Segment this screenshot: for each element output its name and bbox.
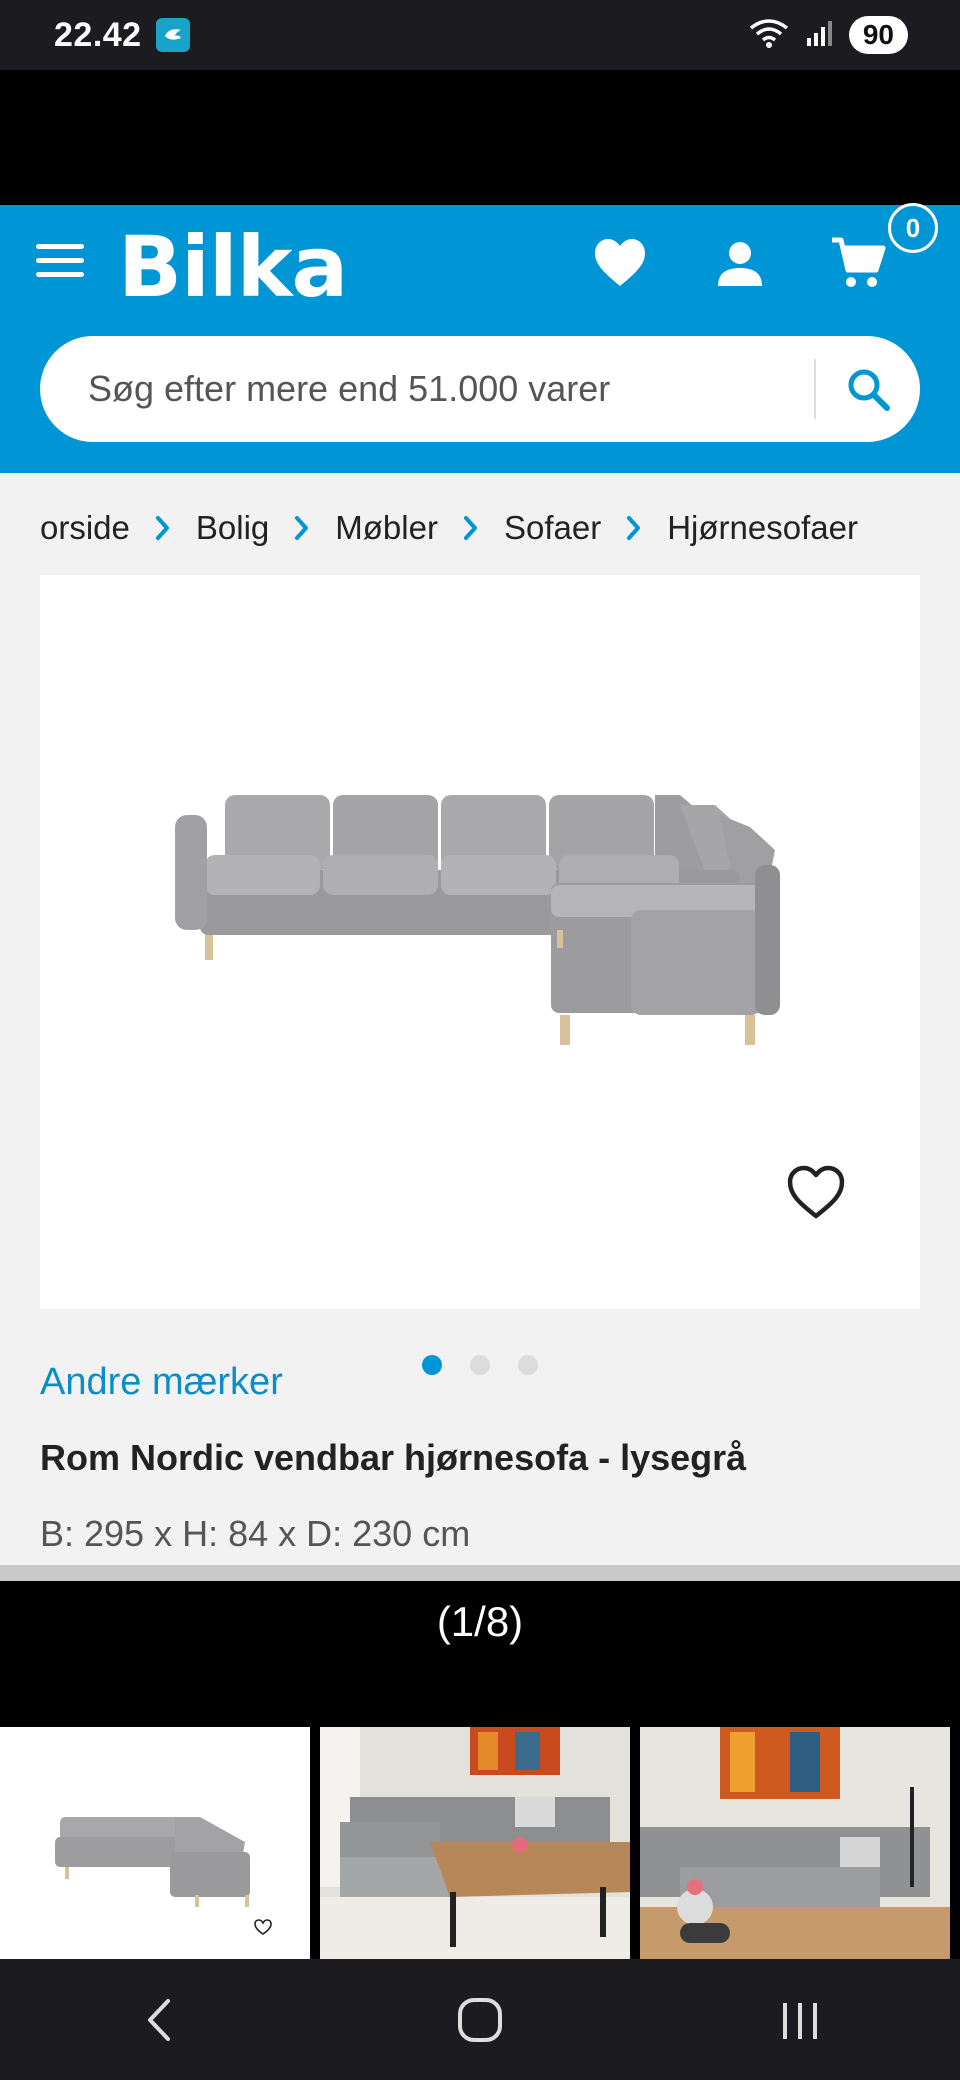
status-bar: 22.42 90: [0, 0, 960, 70]
search-icon: [848, 369, 890, 411]
breadcrumb-item[interactable]: orside: [40, 509, 130, 547]
wifi-icon: [747, 16, 791, 55]
status-time: 22.42: [54, 15, 142, 54]
breadcrumb: orside Bolig Møbler Sofaer Hjørnesofaer: [0, 503, 960, 553]
thumbnail-strip: [0, 1727, 960, 1959]
carousel-dot[interactable]: [422, 1355, 442, 1375]
signal-icon: [805, 18, 835, 53]
battery-icon: 90: [848, 16, 908, 54]
heart-outline-icon: [787, 1165, 845, 1219]
thumbnail-living-room-2[interactable]: [640, 1727, 950, 1959]
recents-button[interactable]: [740, 1980, 860, 2060]
chevron-right-icon: [462, 514, 480, 542]
cart-icon[interactable]: [830, 236, 886, 295]
product-page: orside Bolig Møbler Sofaer Hjørnesofaer: [0, 473, 960, 1565]
menu-icon: [36, 244, 84, 249]
app-notification-icon: [155, 18, 190, 52]
search-button[interactable]: [816, 336, 920, 442]
back-button[interactable]: [100, 1980, 220, 2060]
chevron-right-icon: [625, 514, 643, 542]
chevron-right-icon: [154, 514, 172, 542]
breadcrumb-item[interactable]: Sofaer: [504, 509, 601, 547]
thumbnail-sofa-product[interactable]: [0, 1727, 310, 1959]
recents-icon: [783, 2002, 817, 2039]
chevron-right-icon: [293, 514, 311, 542]
home-icon: [458, 1997, 502, 2042]
heart-icon[interactable]: [593, 238, 647, 293]
cart-count-badge: 0: [888, 203, 938, 253]
carousel-dot[interactable]: [518, 1355, 538, 1375]
system-nav-bar: [0, 1959, 960, 2080]
back-icon: [148, 1998, 170, 2041]
add-to-wishlist-button[interactable]: [786, 1165, 846, 1221]
carousel-dot[interactable]: [470, 1355, 490, 1375]
top-black-band: [0, 70, 960, 205]
breadcrumb-item[interactable]: Møbler: [335, 509, 438, 547]
breadcrumb-item[interactable]: Hjørnesofaer: [667, 509, 858, 547]
menu-button[interactable]: [36, 244, 84, 282]
product-title: Rom Nordic vendbar hjørnesofa - lysegrå: [40, 1437, 747, 1478]
search-input[interactable]: [40, 368, 814, 410]
product-dimensions: B: 295 x H: 84 x D: 230 cm: [40, 1513, 471, 1554]
product-image-carousel[interactable]: [40, 575, 920, 1375]
search-bar: [40, 336, 920, 442]
thumbnail-living-room-1[interactable]: [320, 1727, 630, 1959]
sheet-edge: [0, 1565, 960, 1581]
bilka-logo[interactable]: Bilka: [118, 218, 348, 316]
image-counter: (1/8): [436, 1598, 524, 1645]
breadcrumb-item[interactable]: Bolig: [196, 509, 269, 547]
sofa-product-image: [175, 795, 780, 1045]
home-button[interactable]: [420, 1980, 540, 2060]
brand-link[interactable]: Andre mærker: [40, 1361, 283, 1404]
user-icon[interactable]: [716, 240, 764, 293]
